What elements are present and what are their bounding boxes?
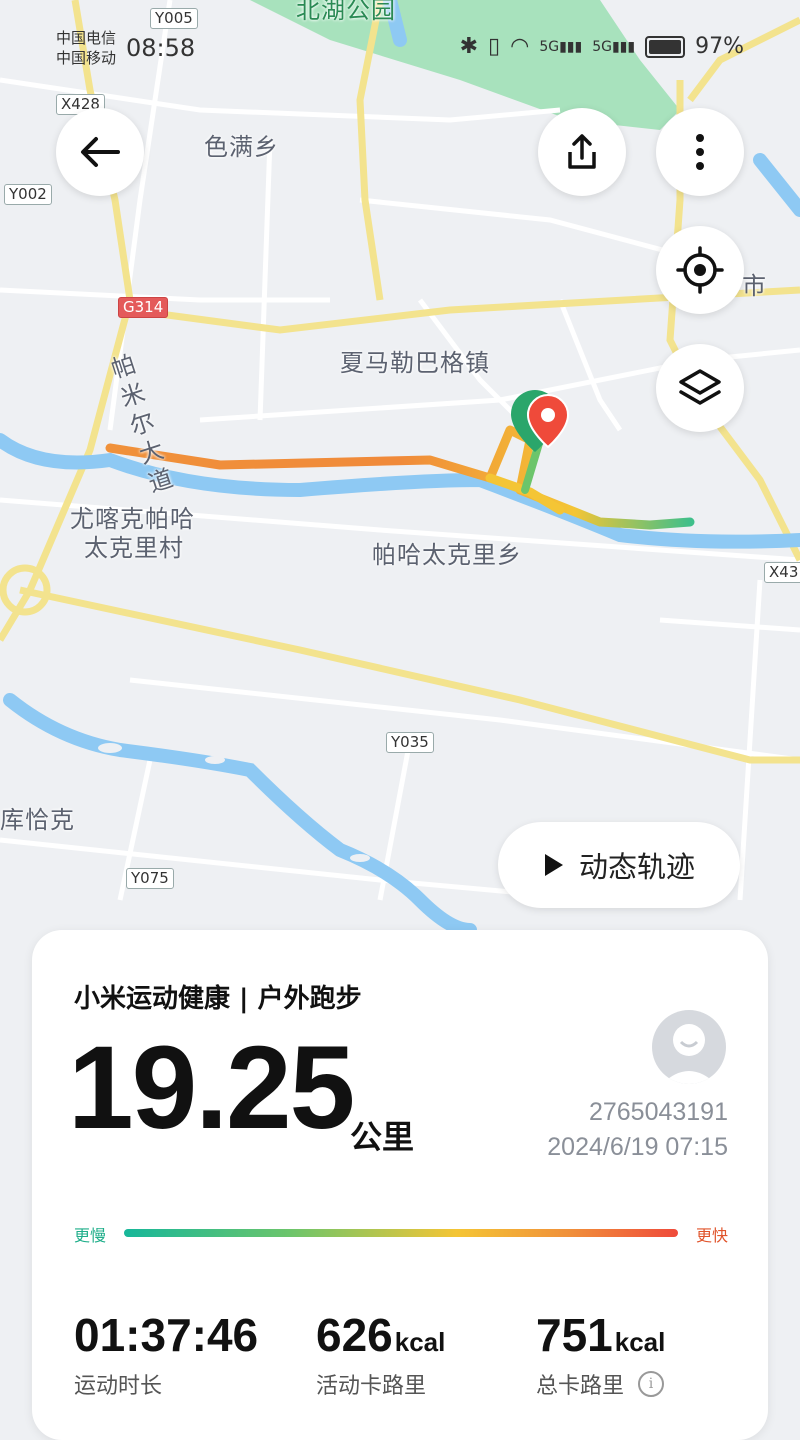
map-label-youkashi-village: 太克里村	[84, 534, 184, 562]
dynamic-track-label: 动态轨迹	[578, 850, 695, 884]
road-tag-x43: X43	[764, 562, 800, 583]
stat-label: 运动时长	[74, 1374, 163, 1399]
workout-datetime: 2024/6/19 07:15	[547, 1133, 728, 1161]
locate-button[interactable]	[656, 226, 744, 314]
pace-legend: 更慢 更快	[74, 1220, 728, 1246]
road-tag-g314: G314	[118, 297, 169, 318]
map-label-kuqiake: 库恰克	[0, 806, 75, 834]
vibrate-icon: ▯	[488, 34, 501, 59]
share-button[interactable]	[538, 108, 626, 196]
status-bar: 中国电信 中国移动 08:58 ✱ ▯ ◠ 5G▮▮▮ 5G▮▮▮ 97%	[56, 28, 744, 72]
avatar[interactable]	[652, 1010, 726, 1084]
bluetooth-icon: ✱	[459, 34, 478, 59]
carrier-1: 中国电信	[56, 29, 117, 47]
layers-icon	[679, 369, 721, 405]
back-button[interactable]	[56, 108, 144, 196]
carrier-2: 中国移动	[56, 49, 117, 67]
more-vertical-icon	[696, 134, 704, 170]
signal-1-icon: 5G▮▮▮	[539, 38, 583, 55]
battery-level: 97%	[695, 34, 744, 59]
wifi-icon: ◠	[510, 34, 530, 59]
pace-fast-label: 更快	[695, 1226, 728, 1245]
road-tag-y035: Y035	[386, 732, 434, 753]
arrow-left-icon	[81, 137, 120, 167]
map-label-semanxiang: 色满乡	[204, 133, 279, 161]
stat-unit: kcal	[394, 1327, 446, 1357]
stat-value: 01:37:46	[74, 1309, 259, 1361]
battery-icon	[645, 35, 686, 58]
user-id: 2765043191	[588, 1098, 728, 1126]
stat-label: 总卡路里	[536, 1374, 625, 1399]
play-icon	[544, 854, 563, 876]
pace-gradient-bar	[124, 1229, 678, 1237]
map-label-xiamalebage: 夏马勒巴格镇	[340, 349, 490, 377]
layers-button[interactable]	[656, 344, 744, 432]
more-button[interactable]	[656, 108, 744, 196]
stat-label: 活动卡路里	[316, 1374, 427, 1399]
workout-title: 小米运动健康 | 户外跑步	[74, 984, 362, 1014]
map-label-city: 市	[742, 272, 767, 300]
map-label-pahatake: 帕哈太克里乡	[372, 541, 522, 569]
stat-total-calories: 751kcal 总卡路里 i	[536, 1308, 665, 1400]
map-label-park: 北湖公园	[296, 0, 396, 24]
user-icon	[662, 1024, 716, 1084]
system-icons: ✱ ▯ ◠ 5G▮▮▮ 5G▮▮▮ 97%	[460, 34, 744, 59]
road-tag-y005: Y005	[150, 8, 198, 29]
road-tag-y002: Y002	[4, 184, 52, 205]
signal-2-icon: 5G▮▮▮	[592, 38, 636, 55]
workout-summary-card: 小米运动健康 | 户外跑步 19.25 公里 2765043191 2024/6…	[32, 930, 768, 1440]
share-icon	[568, 134, 596, 169]
carrier-info: 中国电信 中国移动	[56, 28, 116, 68]
status-time: 08:58	[126, 34, 196, 62]
stat-value: 751	[536, 1309, 613, 1361]
road-tag-y075: Y075	[126, 868, 174, 889]
pace-slow-label: 更慢	[74, 1226, 107, 1245]
stat-active-calories: 626kcal 活动卡路里	[316, 1308, 445, 1400]
locate-icon	[676, 246, 724, 294]
dynamic-track-button[interactable]: 动态轨迹	[498, 822, 740, 908]
distance-unit: 公里	[350, 1118, 415, 1156]
stat-duration: 01:37:46 运动时长	[74, 1308, 258, 1400]
stat-unit: kcal	[614, 1327, 666, 1357]
stat-value: 626	[316, 1309, 393, 1361]
info-icon[interactable]: i	[638, 1371, 665, 1397]
distance-value: 19.25	[68, 1022, 355, 1154]
